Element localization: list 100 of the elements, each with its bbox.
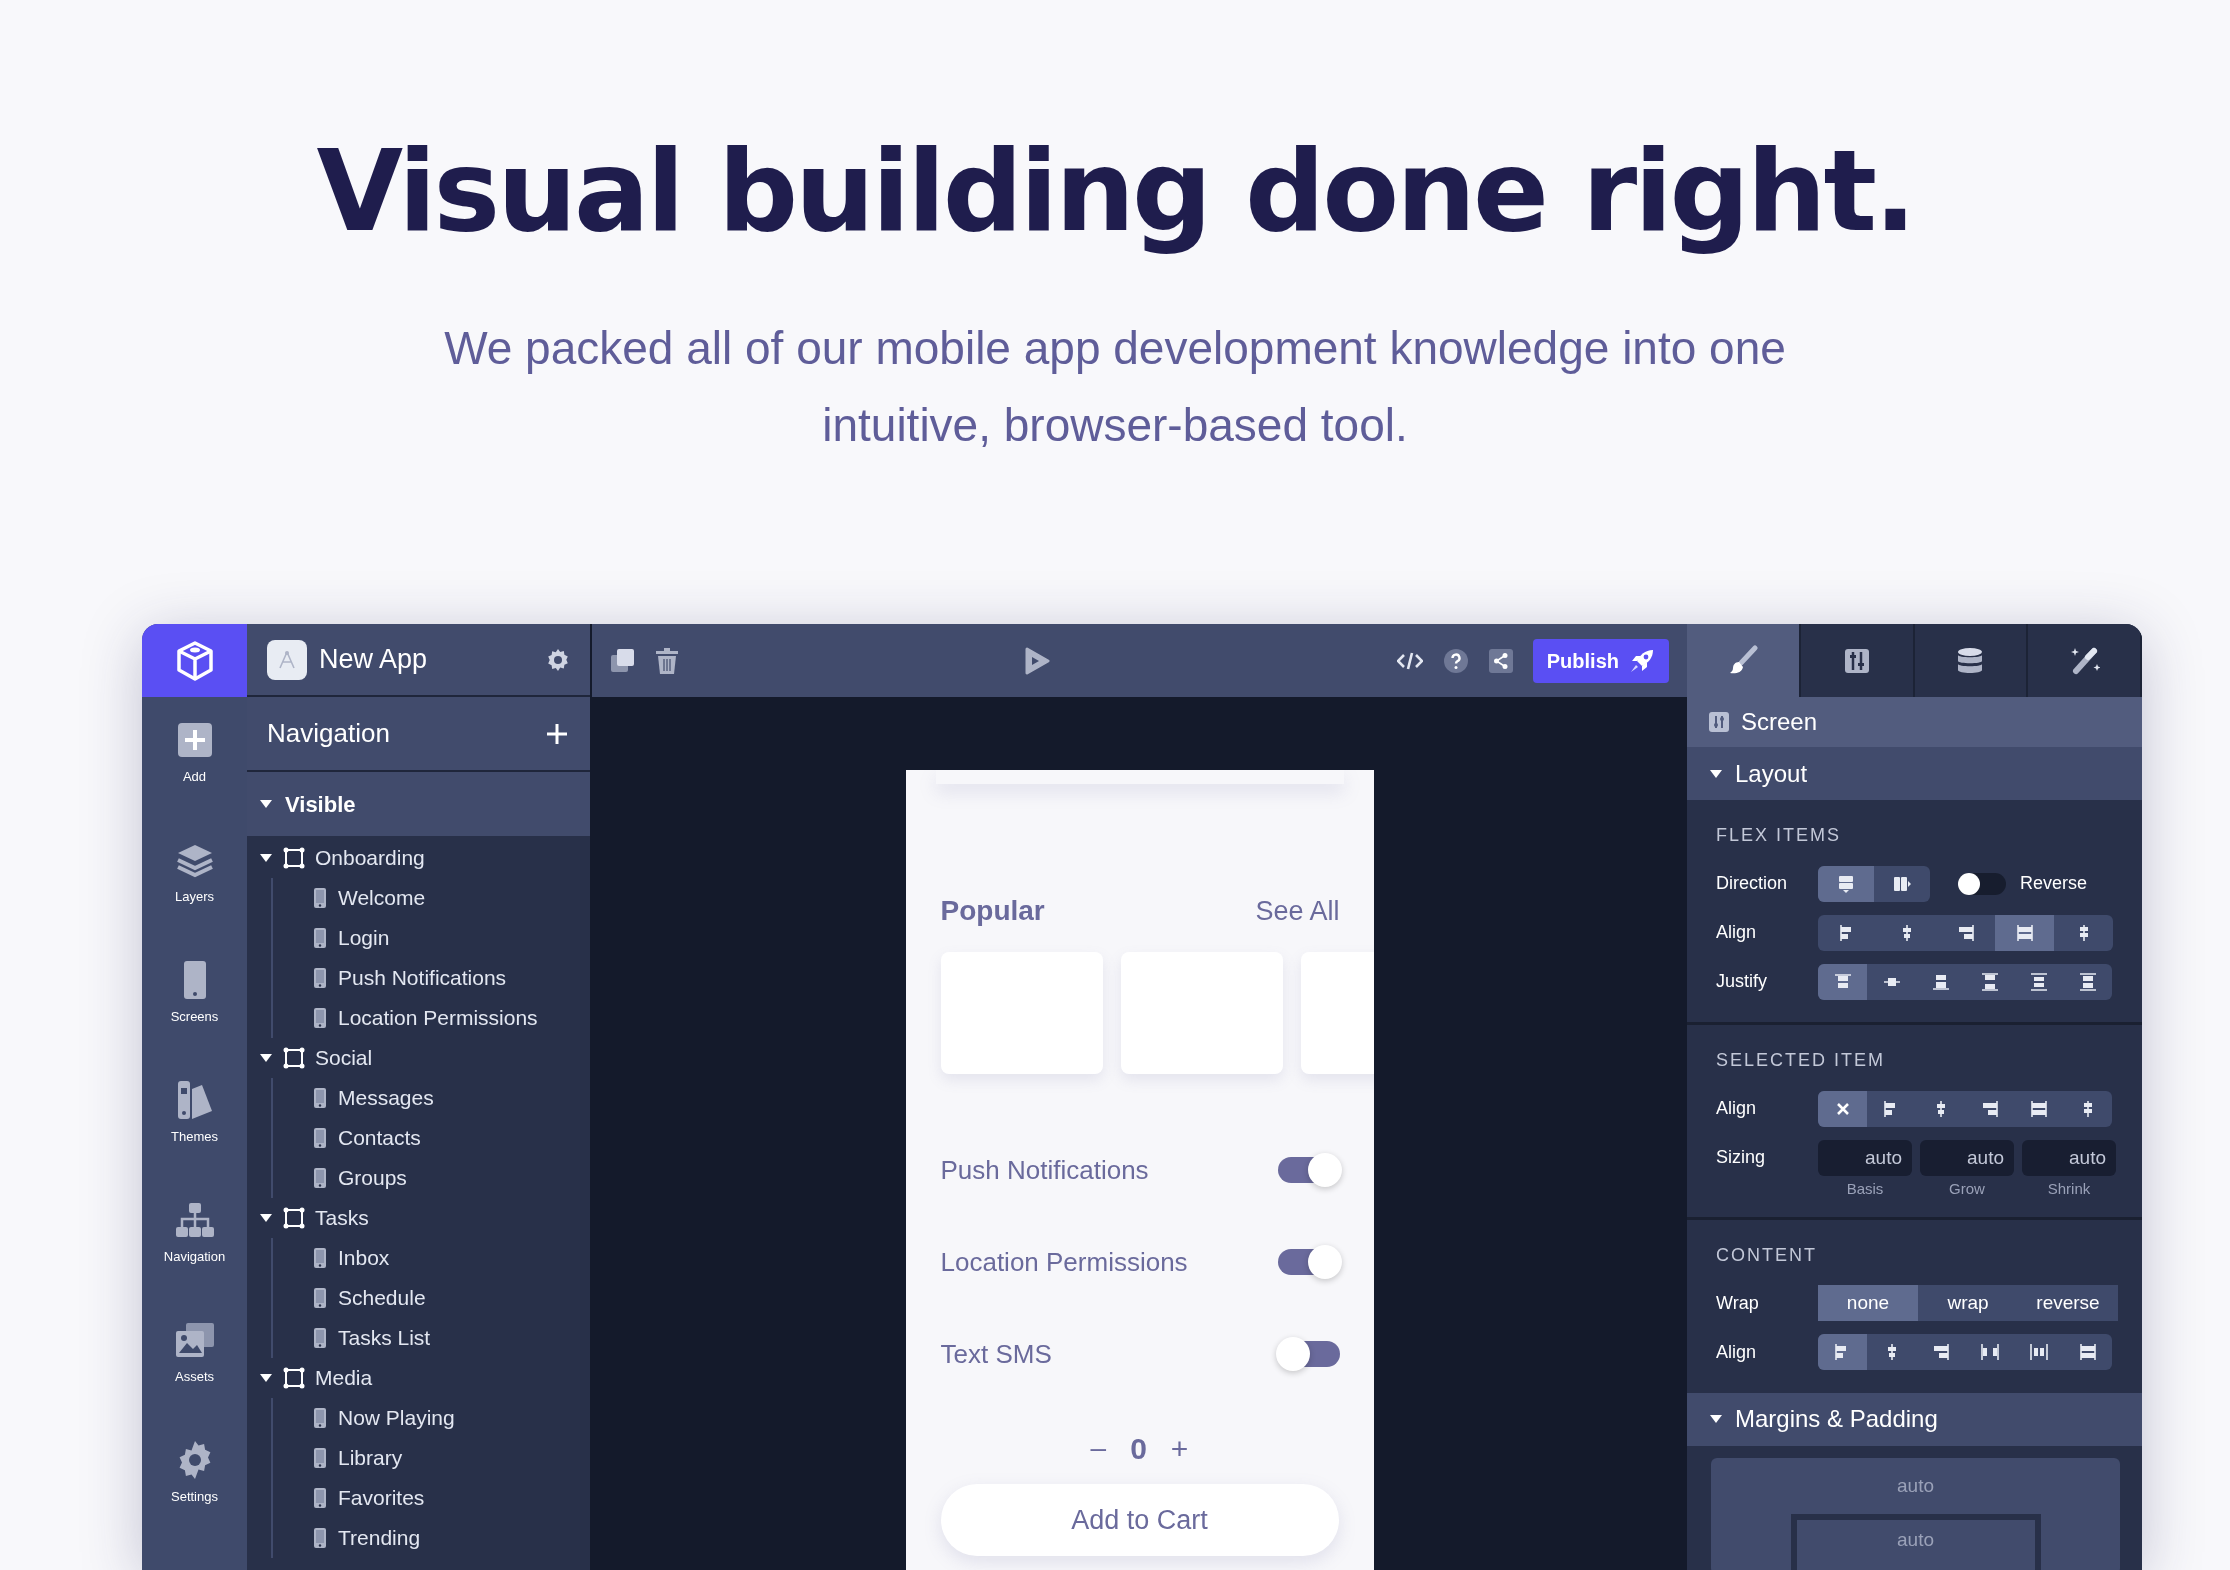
quantity-value: 0 [1130,1430,1147,1467]
phone-icon [314,1128,326,1148]
app-icon[interactable] [267,639,307,680]
tree-item[interactable]: Tasks List [338,1322,431,1354]
tree-item[interactable]: Location Permissions [338,1002,538,1034]
phone-icon [314,968,326,988]
wrap-option[interactable]: reverse [2018,1285,2118,1321]
publish-button[interactable]: Publish [1532,638,1669,683]
wrap-option[interactable]: none [1818,1285,1918,1321]
phone-icon [314,1408,326,1428]
phone-icon [314,1288,326,1308]
stretch-icon [2014,922,2035,943]
play-icon[interactable] [1024,646,1051,675]
field-caption: Basis [1845,1179,1885,1199]
trash-icon[interactable] [656,647,678,674]
rail-label: Layers [175,888,214,906]
toggle-label: Push Notifications [940,1153,1149,1187]
phone-icon [314,1008,326,1028]
section-title: Popular [940,894,1045,928]
tree-item[interactable]: Now Playing [338,1402,455,1434]
space-around-icon [2028,971,2049,992]
toggle-switch[interactable] [1958,872,2006,895]
rail-label: Add [182,768,207,786]
tree-item[interactable]: Favorites [338,1482,425,1514]
headline: Visual building done right. [315,125,1915,258]
component-icon [1709,712,1729,732]
tree-item[interactable]: Media [315,1362,373,1394]
space-between-icon [1979,971,2000,992]
tree-item[interactable]: Messages [338,1082,434,1114]
justify-top-option[interactable] [1818,963,1867,1000]
rail-label: Settings [171,1488,218,1506]
size-field[interactable]: auto [2022,1139,2116,1176]
phone-icon [314,1168,326,1188]
stretch-option[interactable] [1995,914,2054,951]
add-icon[interactable] [546,722,568,745]
rail-label: Navigation [163,1248,226,1266]
panel-title: Navigation [267,717,391,750]
panel-tab[interactable] [1687,624,1801,697]
field-label: Align [1716,1097,1758,1120]
tree-item[interactable]: Trending [338,1522,421,1554]
subtitle: We packed all of our mobile app development knowledge into one intuitive, browser-based tool. [443,321,1787,454]
tree-item[interactable]: Push Notifications [338,962,507,994]
settings-icon[interactable] [546,647,570,672]
space-around-icon [2028,1342,2049,1362]
toggle-label: Text SMS [940,1337,1052,1371]
tree-item[interactable]: Social [315,1042,373,1074]
rows-option[interactable] [1818,865,1874,902]
minus-button[interactable]: – [1090,1427,1107,1469]
field-label: Direction [1716,872,1789,895]
field-caption: Shrink [2046,1179,2092,1199]
tree-item[interactable]: Groups [338,1162,407,1194]
rail-label: Screens [170,1008,219,1026]
phone-icon [314,1448,326,1468]
field-label: Justify [1716,970,1768,993]
cube-icon [174,639,215,682]
tree-item[interactable]: Welcome [338,882,426,914]
code-icon[interactable] [1396,650,1423,671]
group-title: SELECTED ITEM [1716,1049,1887,1072]
frame-icon [283,1367,305,1389]
group-title: FLEX ITEMS [1716,824,1843,847]
wrap-option[interactable]: wrap [1918,1285,2018,1321]
rows-icon [1836,873,1856,894]
phone-icon [314,1528,326,1548]
share-icon[interactable] [1488,648,1513,673]
tree-item[interactable]: Schedule [338,1282,426,1314]
size-field[interactable]: auto [1818,1139,1912,1176]
space-between-icon [1979,1342,2000,1362]
phone-icon [314,1488,326,1508]
phone-icon [314,1328,326,1348]
rail-label: Assets [175,1368,214,1386]
frame-icon [283,847,305,869]
tree-item[interactable]: Login [338,922,390,954]
plus-button[interactable]: + [1170,1425,1189,1471]
field-label: Sizing [1716,1146,1767,1169]
phone-icon [314,888,326,908]
section-label: Visible [285,790,356,819]
add-to-cart-button[interactable]: Add to Cart [940,1484,1339,1556]
section-title: Margins & Padding [1735,1404,1938,1434]
phone-icon [314,1248,326,1268]
stretch-icon [2028,1098,2049,1119]
tree-item[interactable]: Inbox [338,1242,390,1274]
field-label: Align [1716,1340,1758,1364]
tree-item[interactable]: Contacts [338,1122,421,1154]
tree-item[interactable]: Onboarding [315,842,425,874]
space-evenly-icon [2077,971,2098,992]
section-title: Screen [1741,707,1818,737]
frame-icon [283,1207,305,1229]
size-field[interactable]: auto [1920,1139,2014,1176]
toggle-label: Reverse [2020,872,2088,895]
frame-icon [283,1047,305,1069]
duplicate-icon[interactable] [610,647,636,674]
stretch-icon [2077,1342,2098,1362]
section-title: Layout [1735,758,1808,789]
tree-item[interactable]: Tasks [315,1202,369,1234]
field-caption: Grow [1948,1179,1986,1199]
rail-label: Themes [171,1128,218,1146]
see-all-link[interactable]: See All [1255,890,1340,932]
help-icon[interactable] [1442,647,1469,674]
tree-item[interactable]: Library [338,1442,403,1474]
cross-option[interactable] [1818,1090,1867,1127]
